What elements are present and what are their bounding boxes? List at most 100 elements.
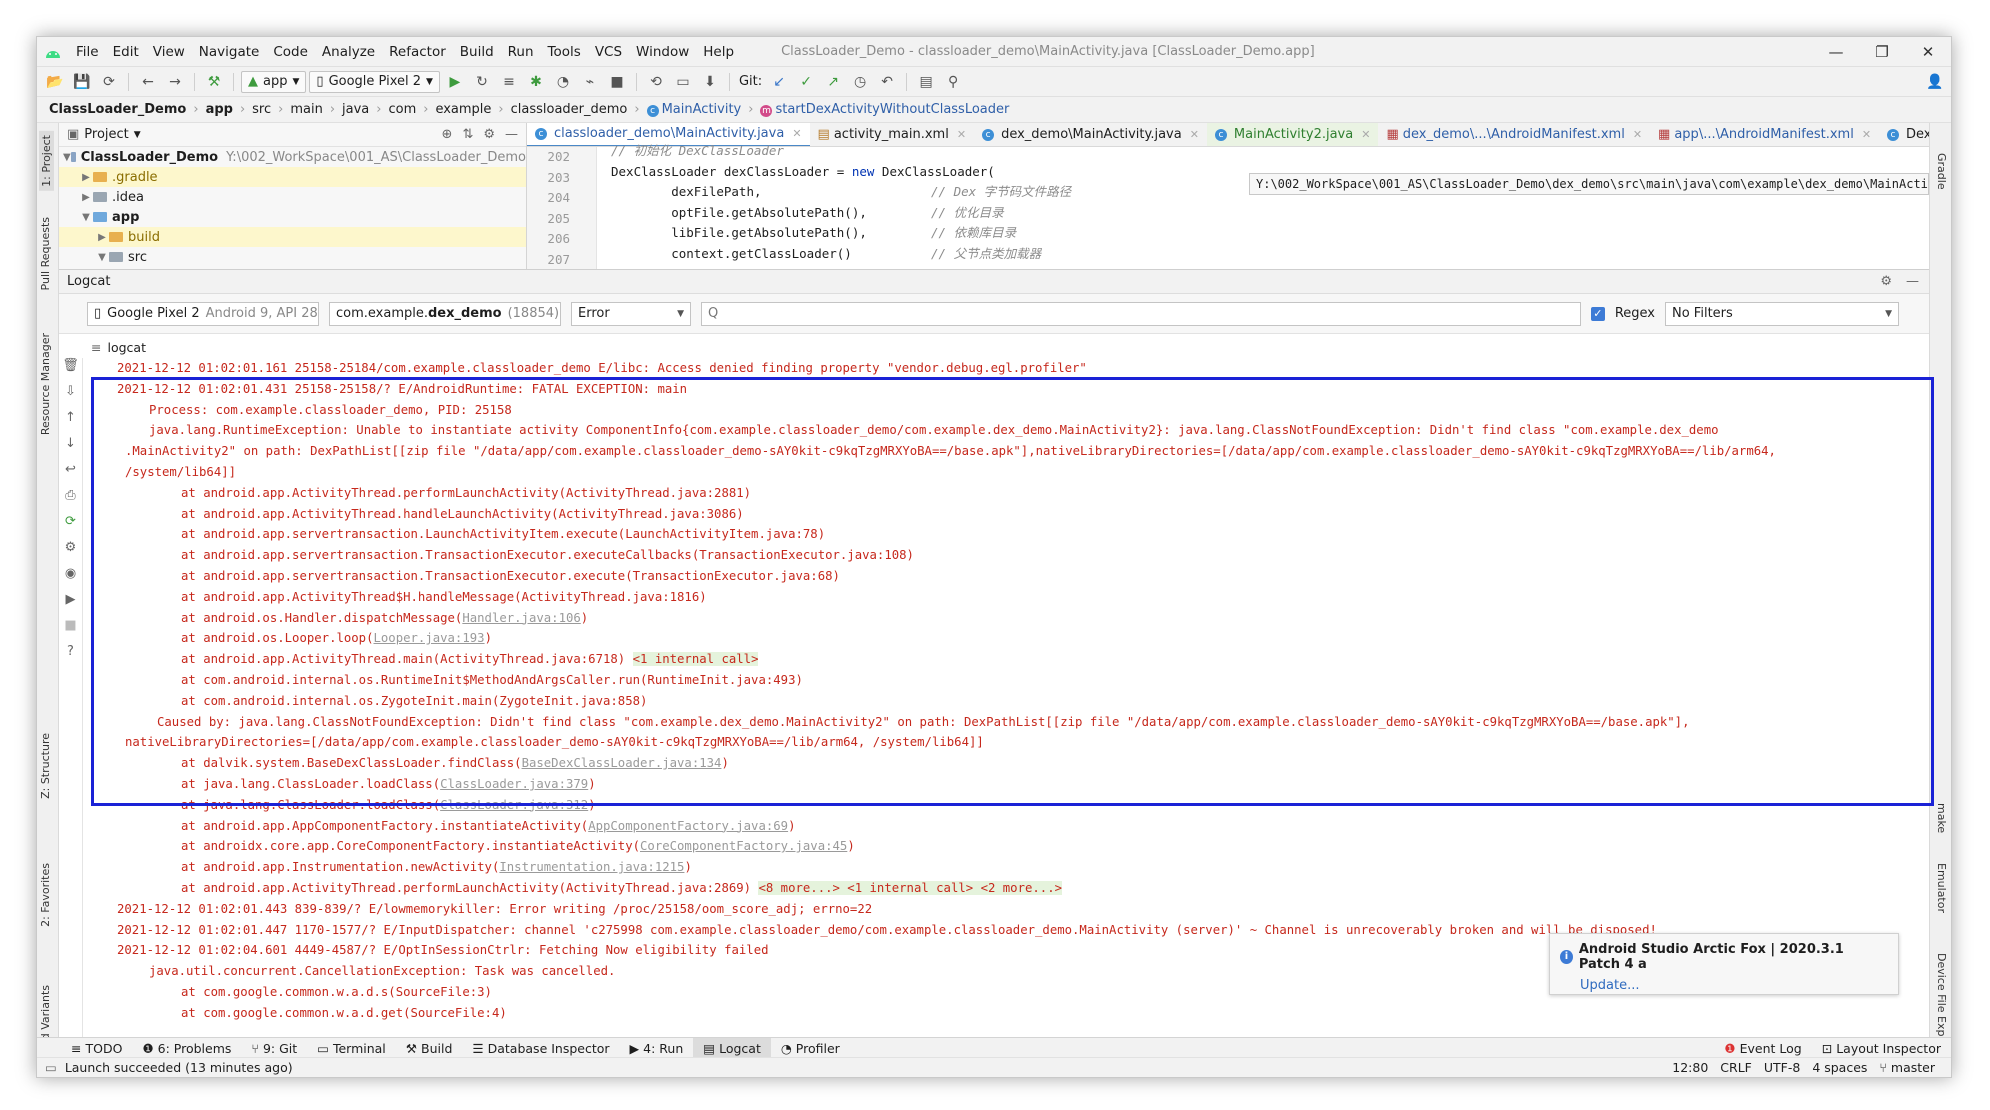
tree-item-build[interactable]: ▶ build <box>59 227 526 247</box>
sdk-manager-icon[interactable]: ⬇ <box>698 71 722 93</box>
scroll-to-end-icon[interactable]: ⇩ <box>59 384 82 410</box>
source-link[interactable]: AppComponentFactory.java:69 <box>588 819 788 833</box>
sync-icon[interactable]: ⟳ <box>97 71 121 93</box>
menu-tools[interactable]: Tools <box>541 44 588 60</box>
update-notification[interactable]: i Android Studio Arctic Fox | 2020.3.1 Pa… <box>1549 933 1899 995</box>
source-link[interactable]: ClassLoader.java:379 <box>440 777 588 791</box>
tool-structure[interactable]: Z: Structure <box>39 733 52 799</box>
source-link[interactable]: Instrumentation.java:1215 <box>499 860 684 874</box>
tool-make[interactable]: make <box>1935 803 1948 833</box>
breadcrumb-class[interactable]: c MainActivity <box>643 102 746 117</box>
debug-icon[interactable]: ✱ <box>524 71 548 93</box>
run-config-select[interactable]: ▲ app ▼ <box>241 70 307 93</box>
maximize-button[interactable]: ❐ <box>1859 43 1905 61</box>
logcat-device-select[interactable]: ▯ Google Pixel 2 Android 9, API 28 ▼ <box>87 301 319 326</box>
record-icon[interactable]: ▶ <box>59 592 82 618</box>
menu-run[interactable]: Run <box>501 44 541 60</box>
git-push-icon[interactable]: ↗ <box>821 71 845 93</box>
trash-icon[interactable]: 🗑 <box>59 358 82 384</box>
tab-app-manifest[interactable]: ▦ app\...\AndroidManifest.xml ✕ <box>1650 123 1879 146</box>
git-history-icon[interactable]: ◷ <box>848 71 872 93</box>
breadcrumb-example[interactable]: example <box>431 102 495 117</box>
logcat-filter-select[interactable]: No Filters ▼ <box>1665 301 1899 326</box>
logcat-level-select[interactable]: Error ▼ <box>571 301 691 326</box>
print-icon[interactable]: ⎙ <box>59 488 82 514</box>
logcat-search-input[interactable]: Q <box>701 301 1581 326</box>
tool-gradle[interactable]: Gradle <box>1935 153 1948 190</box>
hide-icon[interactable]: — <box>1906 274 1919 289</box>
back-icon[interactable]: ← <box>136 71 160 93</box>
account-icon[interactable]: 👤 <box>1926 71 1951 93</box>
folded-frames[interactable]: <1 internal call> <box>632 652 759 667</box>
source-link[interactable]: CoreComponentFactory.java:45 <box>640 839 847 853</box>
hide-icon[interactable]: — <box>505 127 518 142</box>
apply-code-changes-icon[interactable]: ≡ <box>497 71 521 93</box>
menu-file[interactable]: File <box>69 44 106 60</box>
menu-edit[interactable]: Edit <box>106 44 146 60</box>
run-icon[interactable]: ▶ <box>443 71 467 93</box>
breadcrumb-method[interactable]: m startDexActivityWithoutClassLoader <box>756 102 1013 117</box>
source-link[interactable]: BaseDexClassLoader.java:134 <box>522 756 722 770</box>
tree-root[interactable]: ▼ ClassLoader_Demo Y:\002_WorkSpace\001_… <box>59 147 526 167</box>
tool-project[interactable]: 1: Project <box>39 131 54 191</box>
down-icon[interactable]: ↓ <box>59 436 82 462</box>
source-link[interactable]: Looper.java:193 <box>374 631 485 645</box>
close-icon[interactable]: ✕ <box>1190 128 1199 141</box>
make-project-icon[interactable]: ⚒ <box>202 71 226 93</box>
collapse-icon[interactable]: ▭ <box>45 1060 57 1075</box>
forward-icon[interactable]: → <box>163 71 187 93</box>
stop-icon[interactable]: ■ <box>59 618 82 644</box>
tree-item-gradle[interactable]: ▶ .gradle <box>59 167 526 187</box>
menu-window[interactable]: Window <box>629 44 696 60</box>
stop-icon[interactable]: ■ <box>605 71 629 93</box>
collapse-all-icon[interactable]: ⇅ <box>462 127 473 142</box>
tool-pull-requests[interactable]: Pull Requests <box>39 217 52 290</box>
cursor-position[interactable]: 12:80 <box>1672 1060 1708 1075</box>
tool-favorites[interactable]: 2: Favorites <box>39 863 52 927</box>
open-folder-icon[interactable]: 📂 <box>43 71 67 93</box>
regex-checkbox[interactable]: ✓ <box>1590 306 1605 321</box>
menu-build[interactable]: Build <box>453 44 501 60</box>
close-icon[interactable]: ✕ <box>957 128 966 141</box>
tab-dextest[interactable]: cDexTest.java✕ <box>1879 123 1929 146</box>
breadcrumb-com[interactable]: com <box>384 102 420 117</box>
project-view-select[interactable]: Project <box>84 127 128 142</box>
gear-icon[interactable]: ⚙ <box>483 127 495 142</box>
indent-setting[interactable]: 4 spaces <box>1812 1060 1867 1075</box>
breadcrumb-package[interactable]: classloader_demo <box>507 102 632 117</box>
tool-emulator[interactable]: Emulator <box>1935 863 1948 913</box>
breadcrumb-main[interactable]: main <box>286 102 326 117</box>
close-icon[interactable]: ✕ <box>792 127 801 140</box>
update-link[interactable]: Update... <box>1580 978 1888 993</box>
menu-code[interactable]: Code <box>266 44 315 60</box>
avd-manager-icon[interactable]: ▭ <box>671 71 695 93</box>
restart-icon[interactable]: ⟳ <box>59 514 82 540</box>
tree-item-src[interactable]: ▼ src <box>59 247 526 267</box>
close-icon[interactable]: ✕ <box>1361 128 1370 141</box>
menu-vcs[interactable]: VCS <box>588 44 629 60</box>
device-select[interactable]: ▯ Google Pixel 2 ▼ <box>309 70 440 93</box>
menu-analyze[interactable]: Analyze <box>315 44 382 60</box>
apply-changes-icon[interactable]: ↻ <box>470 71 494 93</box>
project-structure-icon[interactable]: ▤ <box>914 71 938 93</box>
logcat-process-select[interactable]: com.example.dex_demo (18854) [D ▼ <box>329 301 561 326</box>
profile-icon[interactable]: ◔ <box>551 71 575 93</box>
save-all-icon[interactable]: 💾 <box>70 71 94 93</box>
close-icon[interactable]: ✕ <box>1862 128 1871 141</box>
up-icon[interactable]: ↑ <box>59 410 82 436</box>
tree-item-app[interactable]: ▼ app <box>59 207 526 227</box>
source-link[interactable]: ClassLoader.java:312 <box>440 798 588 812</box>
breadcrumb-app[interactable]: app <box>202 102 237 117</box>
folded-frames[interactable]: <8 more...> <1 internal call> <2 more...… <box>758 880 1063 895</box>
git-commit-icon[interactable]: ✓ <box>794 71 818 93</box>
screenshot-icon[interactable]: ◉ <box>59 566 82 592</box>
help-icon[interactable]: ? <box>59 644 82 670</box>
tab-mainactivity2[interactable]: c MainActivity2.java ✕ <box>1206 123 1379 146</box>
tree-item-idea[interactable]: ▶ .idea <box>59 187 526 207</box>
breadcrumb-java[interactable]: java <box>338 102 373 117</box>
menu-navigate[interactable]: Navigate <box>192 44 267 60</box>
minimize-button[interactable]: — <box>1813 43 1859 61</box>
tool-resource-manager[interactable]: Resource Manager <box>39 333 52 435</box>
soft-wrap-icon[interactable]: ↩ <box>59 462 82 488</box>
close-icon[interactable]: ✕ <box>1633 128 1642 141</box>
